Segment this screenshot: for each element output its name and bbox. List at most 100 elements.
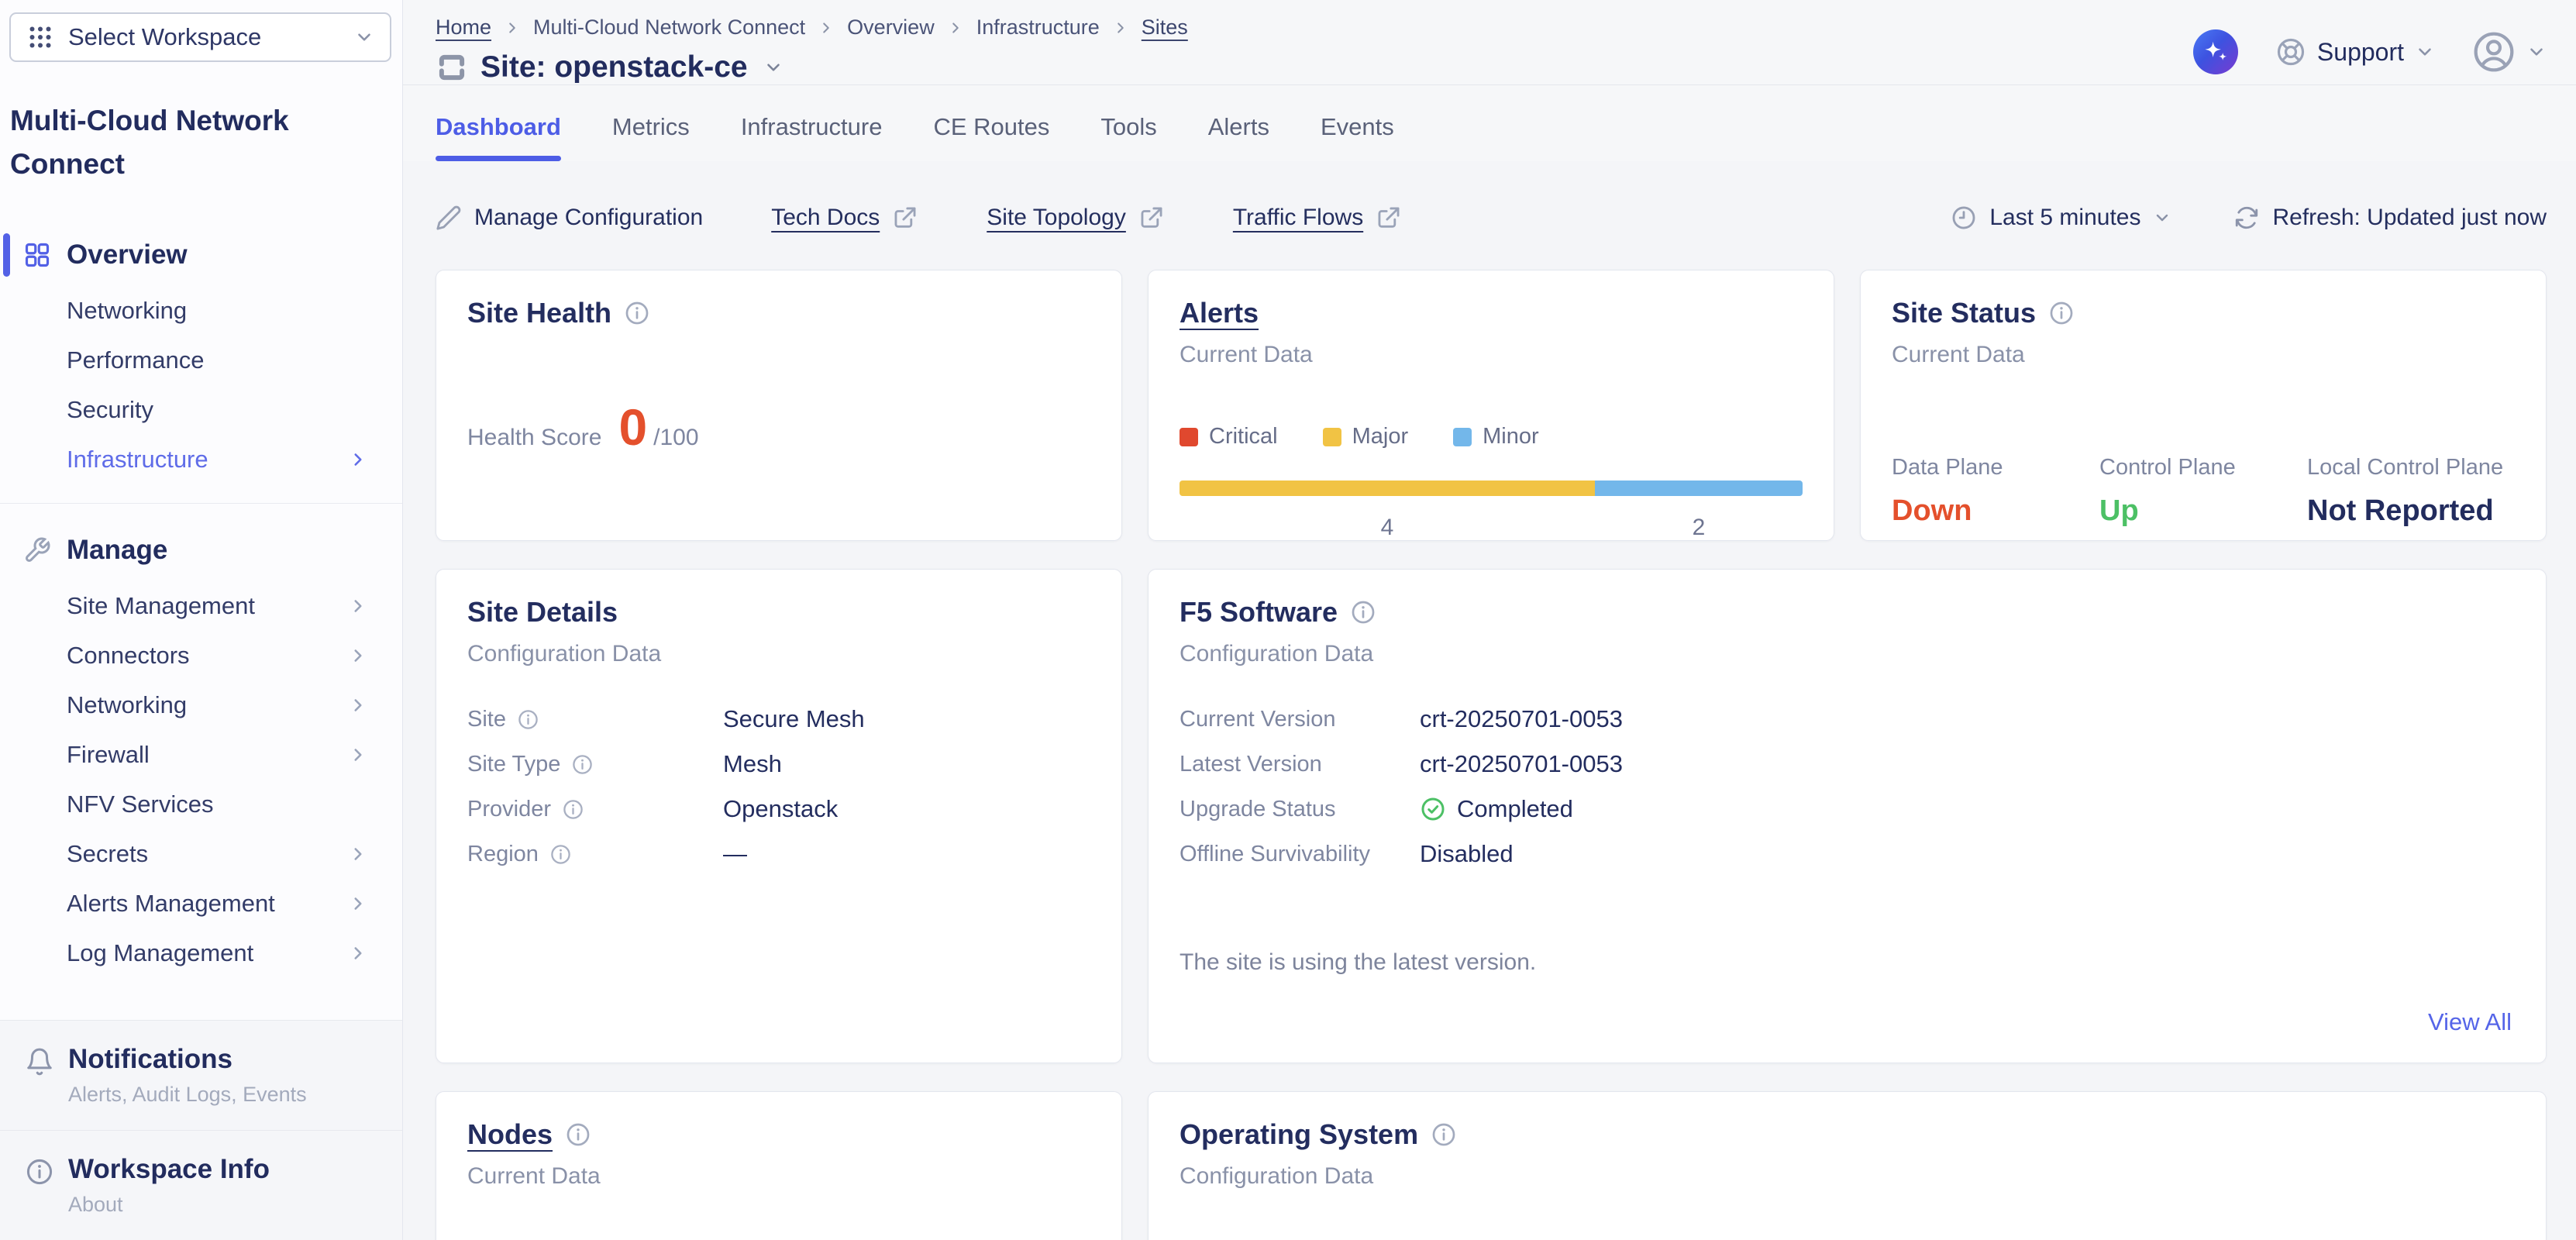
sidebar-item-firewall[interactable]: Firewall xyxy=(0,730,402,780)
tab-dashboard[interactable]: Dashboard xyxy=(436,113,561,161)
chevron-right-icon xyxy=(947,19,964,36)
sidebar-item-secrets[interactable]: Secrets xyxy=(0,829,402,879)
sidebar-section-title: Overview xyxy=(67,239,188,270)
alerts-bar-value: 2 xyxy=(1595,515,1803,541)
sidebar-item-workspace-info[interactable]: Workspace Info About xyxy=(0,1130,402,1240)
sidebar-item-notifications[interactable]: Notifications Alerts, Audit Logs, Events xyxy=(0,1020,402,1130)
chevron-right-icon xyxy=(348,646,368,666)
dashboard-toolbar: Manage Configuration Tech Docs Site Topo… xyxy=(403,161,2576,231)
account-menu[interactable] xyxy=(2472,30,2547,74)
sidebar-item-site-management[interactable]: Site Management xyxy=(0,581,402,631)
sidebar-item-manage[interactable]: Manage xyxy=(0,525,402,575)
clock-icon xyxy=(1951,205,1977,231)
tech-docs-link[interactable]: Tech Docs xyxy=(771,205,918,231)
detail-row-provider: Provider Openstack xyxy=(467,794,1090,824)
product-title: Multi-Cloud Network Connect xyxy=(10,99,384,185)
pencil-icon xyxy=(436,205,462,231)
info-icon[interactable] xyxy=(1431,1121,1457,1148)
sidebar-item-connectors[interactable]: Connectors xyxy=(0,631,402,680)
chevron-right-icon xyxy=(348,943,368,963)
tab-alerts[interactable]: Alerts xyxy=(1208,113,1269,161)
ai-assistant-button[interactable] xyxy=(2193,29,2238,74)
operating-system-title: Operating System xyxy=(1180,1118,1418,1151)
status-badge: Up xyxy=(2099,494,2307,528)
lifebuoy-icon xyxy=(2275,36,2306,67)
breadcrumb-home[interactable]: Home xyxy=(436,16,491,40)
overview-items: Networking Performance Security Infrastr… xyxy=(0,286,402,484)
chevron-right-icon xyxy=(818,19,835,36)
sidebar-item-networking-overview[interactable]: Networking xyxy=(0,286,402,336)
detail-row-site: Site Secure Mesh xyxy=(467,704,1090,734)
sidebar-item-overview[interactable]: Overview xyxy=(0,230,402,280)
tab-events[interactable]: Events xyxy=(1321,113,1394,161)
sidebar-item-alerts-management[interactable]: Alerts Management xyxy=(0,879,402,928)
card-f5-software: F5 Software Configuration Data Current V… xyxy=(1148,569,2547,1063)
detail-row-region: Region — xyxy=(467,839,1090,869)
breadcrumb-item[interactable]: Multi-Cloud Network Connect xyxy=(533,16,805,40)
chevron-right-icon xyxy=(348,894,368,914)
traffic-flows-link[interactable]: Traffic Flows xyxy=(1233,205,1402,231)
site-status-title: Site Status xyxy=(1892,297,2036,329)
sidebar-item-networking-manage[interactable]: Networking xyxy=(0,680,402,730)
legend-critical: Critical xyxy=(1180,424,1278,450)
info-icon[interactable] xyxy=(517,708,539,731)
breadcrumb: Home Multi-Cloud Network Connect Overvie… xyxy=(436,16,1188,40)
tab-metrics[interactable]: Metrics xyxy=(612,113,690,161)
chevron-down-icon xyxy=(2153,208,2171,227)
f5-version-note: The site is using the latest version. xyxy=(1180,949,2515,976)
legend-major: Major xyxy=(1323,424,1409,450)
detail-row-site-type: Site Type Mesh xyxy=(467,749,1090,779)
sidebar-item-security[interactable]: Security xyxy=(0,385,402,435)
info-icon[interactable] xyxy=(562,798,584,821)
overview-grid-icon xyxy=(23,241,51,269)
status-badge: Not Reported xyxy=(2307,494,2515,528)
status-data-plane: Data Plane Down xyxy=(1892,455,2099,528)
card-site-status: Site Status Current Data Data Plane Down… xyxy=(1860,270,2547,541)
breadcrumb-item[interactable]: Overview xyxy=(847,16,935,40)
chevron-down-icon[interactable] xyxy=(763,57,783,78)
sidebar-nav: Overview Networking Performance Security… xyxy=(0,230,402,978)
info-icon[interactable] xyxy=(2048,300,2075,326)
site-details-subtitle: Configuration Data xyxy=(467,641,1090,667)
alerts-bar-value: 4 xyxy=(1180,515,1595,541)
site-topology-link[interactable]: Site Topology xyxy=(987,205,1165,231)
support-menu[interactable]: Support xyxy=(2275,36,2435,67)
alerts-legend: Critical Major Minor xyxy=(1180,424,1803,450)
page-title: Site: openstack-ce xyxy=(480,50,748,84)
tab-tools[interactable]: Tools xyxy=(1100,113,1156,161)
info-icon[interactable] xyxy=(624,300,650,326)
alerts-stacked-bar xyxy=(1180,480,1803,496)
dashboard-grid: Site Health Health Score 0 /100 Alerts C… xyxy=(403,231,2576,1240)
avatar-icon xyxy=(2472,30,2516,74)
wrench-icon xyxy=(23,536,51,564)
sidebar-item-infrastructure[interactable]: Infrastructure xyxy=(0,435,402,484)
minor-swatch xyxy=(1453,428,1472,446)
external-link-icon xyxy=(1376,205,1402,231)
alerts-bar-segment-major xyxy=(1180,480,1595,496)
status-control-plane: Control Plane Up xyxy=(2099,455,2307,528)
info-icon[interactable] xyxy=(1350,599,1376,625)
sidebar-item-nfv-services[interactable]: NFV Services xyxy=(0,780,402,829)
chevron-right-icon xyxy=(348,450,368,470)
workspace-selector[interactable]: Select Workspace xyxy=(9,12,391,62)
sidebar-item-performance[interactable]: Performance xyxy=(0,336,402,385)
alerts-title-link[interactable]: Alerts xyxy=(1180,297,1259,329)
status-local-control-plane: Local Control Plane Not Reported xyxy=(2307,455,2515,528)
manage-configuration-button[interactable]: Manage Configuration xyxy=(436,205,703,231)
sidebar-item-log-management[interactable]: Log Management xyxy=(0,928,402,978)
card-alerts: Alerts Current Data Critical Major Minor xyxy=(1148,270,1834,541)
refresh-button[interactable]: Refresh: Updated just now xyxy=(2233,205,2547,231)
breadcrumb-sites[interactable]: Sites xyxy=(1142,16,1188,40)
sidebar-section-title: Manage xyxy=(67,535,167,566)
view-all-link[interactable]: View All xyxy=(2428,1008,2512,1036)
tab-infrastructure[interactable]: Infrastructure xyxy=(741,113,883,161)
f5-row-current-version: Current Version crt-20250701-0053 xyxy=(1180,704,2515,734)
nodes-title-link[interactable]: Nodes xyxy=(467,1118,553,1151)
breadcrumb-item[interactable]: Infrastructure xyxy=(976,16,1100,40)
tab-ce-routes[interactable]: CE Routes xyxy=(933,113,1049,161)
time-range-selector[interactable]: Last 5 minutes xyxy=(1951,205,2171,231)
info-icon[interactable] xyxy=(571,753,594,776)
f5-row-upgrade-status: Upgrade Status Completed xyxy=(1180,794,2515,824)
info-icon[interactable] xyxy=(549,843,572,866)
info-icon[interactable] xyxy=(565,1121,591,1148)
